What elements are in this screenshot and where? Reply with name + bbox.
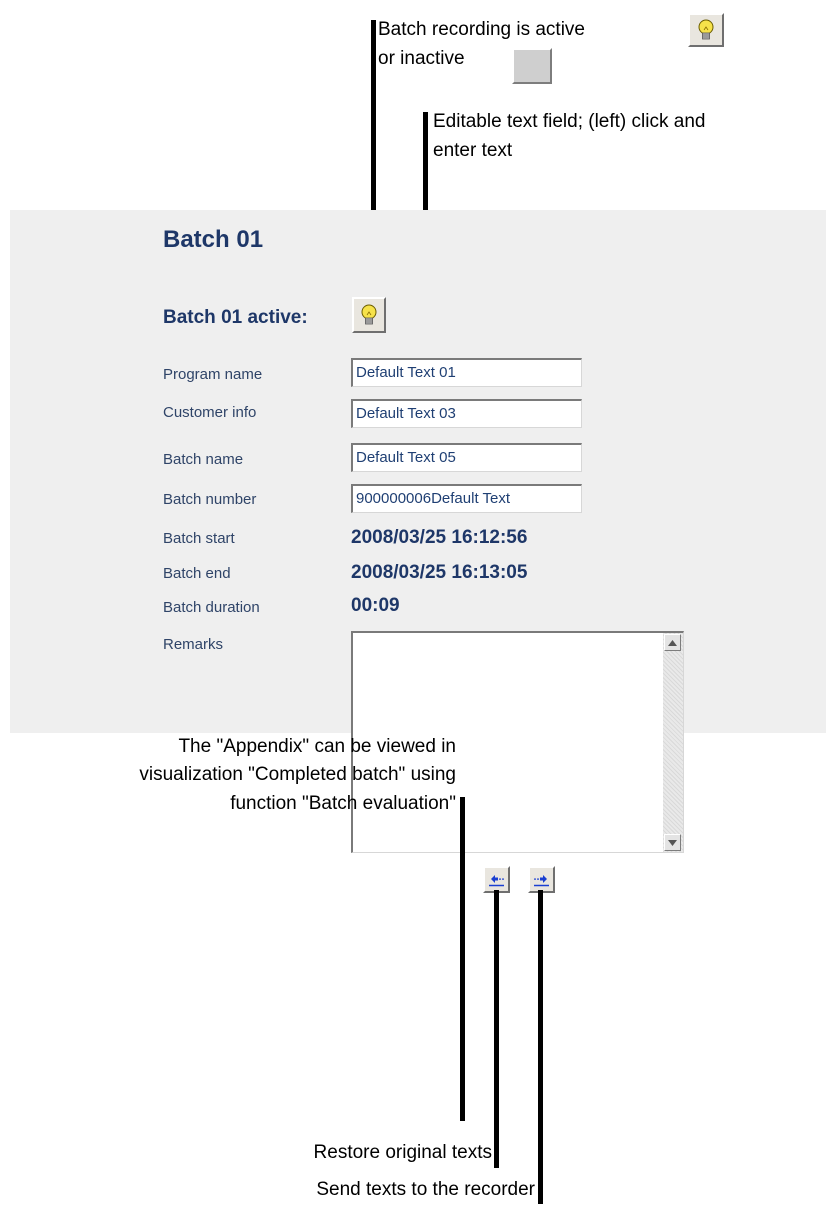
remarks-scrollbar[interactable] [663,633,683,852]
light-bulb-icon [361,304,377,325]
scroll-up-button[interactable] [664,634,681,651]
batch-number-label: Batch number [163,491,257,508]
scroll-down-button[interactable] [664,834,681,851]
light-bulb-icon [698,19,714,40]
callout-batch-recording-line1: Batch recording is active [378,19,585,40]
callout-line-restore [494,890,499,1168]
remarks-label: Remarks [163,636,224,653]
customer-info-field[interactable]: Default Text 03 [351,399,582,428]
callout-batch-recording-line2: or inactive [378,48,465,69]
batch-active-indicator [352,297,386,333]
restore-arrow-icon [489,874,504,886]
callout-restore: Restore original texts [313,1142,492,1163]
batch-duration-value: 00:09 [351,595,400,616]
batch-start-value: 2008/03/25 16:12:56 [351,527,528,548]
callout-send: Send texts to the recorder [316,1179,535,1200]
batch-active-label: Batch 01 active: [163,307,308,328]
send-texts-button[interactable] [528,866,555,893]
batch-end-label: Batch end [163,565,231,582]
callout-line-appendix [460,797,465,1121]
program-name-field[interactable]: Default Text 01 [351,358,582,387]
callout-appendix-line2: visualization "Completed batch" using [139,764,456,785]
customer-info-label: Customer info [163,404,257,421]
callout-appendix-line3: function "Batch evaluation" [230,793,456,814]
inactive-indicator-example [512,48,552,84]
batch-duration-label: Batch duration [163,599,260,616]
restore-texts-button[interactable] [483,866,510,893]
batch-end-value: 2008/03/25 16:13:05 [351,562,528,583]
callout-editable-line2: enter text [433,140,513,161]
callout-appendix-line1: The "Appendix" can be viewed in [178,736,456,757]
batch-number-field[interactable]: 900000006Default Text [351,484,582,513]
send-arrow-icon [534,874,549,886]
batch-start-label: Batch start [163,530,235,547]
page-title: Batch 01 [163,226,264,253]
scroll-up-icon [668,639,677,646]
callout-editable-line1: Editable text field; (left) click and [433,111,706,132]
active-indicator-example [688,13,724,47]
scroll-down-icon [668,839,677,846]
batch-name-label: Batch name [163,451,244,468]
program-name-label: Program name [163,366,263,383]
callout-line-send [538,890,543,1204]
batch-name-field[interactable]: Default Text 05 [351,443,582,472]
